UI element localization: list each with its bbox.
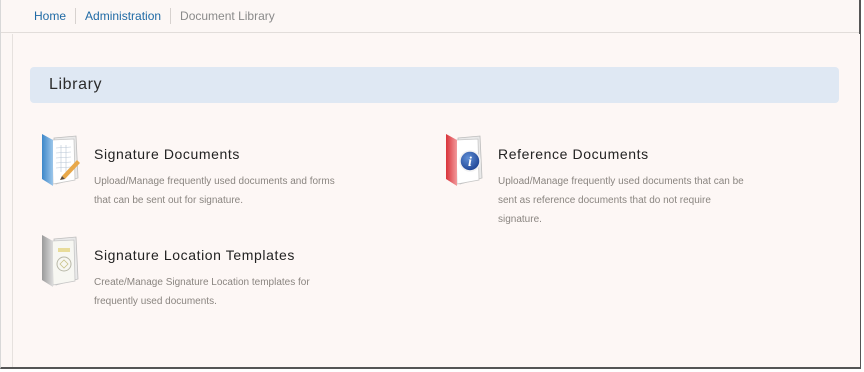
breadcrumb: Home Administration Document Library [1,0,859,33]
red-folder-info-icon: i [446,134,483,186]
reference-documents-description: Upload/Manage frequently used documents … [498,176,744,225]
signature-documents-title[interactable]: Signature Documents [94,146,240,162]
signature-documents-description: Upload/Manage frequently used documents … [94,176,335,206]
library-section-header: Library [30,67,839,103]
main-content: Library Signature Documents Upload/Manag… [12,34,860,367]
breadcrumb-document-library: Document Library [180,9,275,23]
reference-documents-title[interactable]: Reference Documents [498,146,649,162]
svg-text:i: i [468,155,472,170]
breadcrumb-home[interactable]: Home [25,8,77,24]
signature-location-templates-title[interactable]: Signature Location Templates [94,247,295,263]
grey-folder-template-icon [42,235,79,287]
signature-location-templates-description: Create/Manage Signature Location templat… [94,277,310,307]
breadcrumb-administration[interactable]: Administration [76,8,172,24]
blue-folder-signature-icon [42,134,80,186]
section-title: Library [49,76,103,93]
window-frame: Home Administration Document Library Lib… [0,0,861,369]
